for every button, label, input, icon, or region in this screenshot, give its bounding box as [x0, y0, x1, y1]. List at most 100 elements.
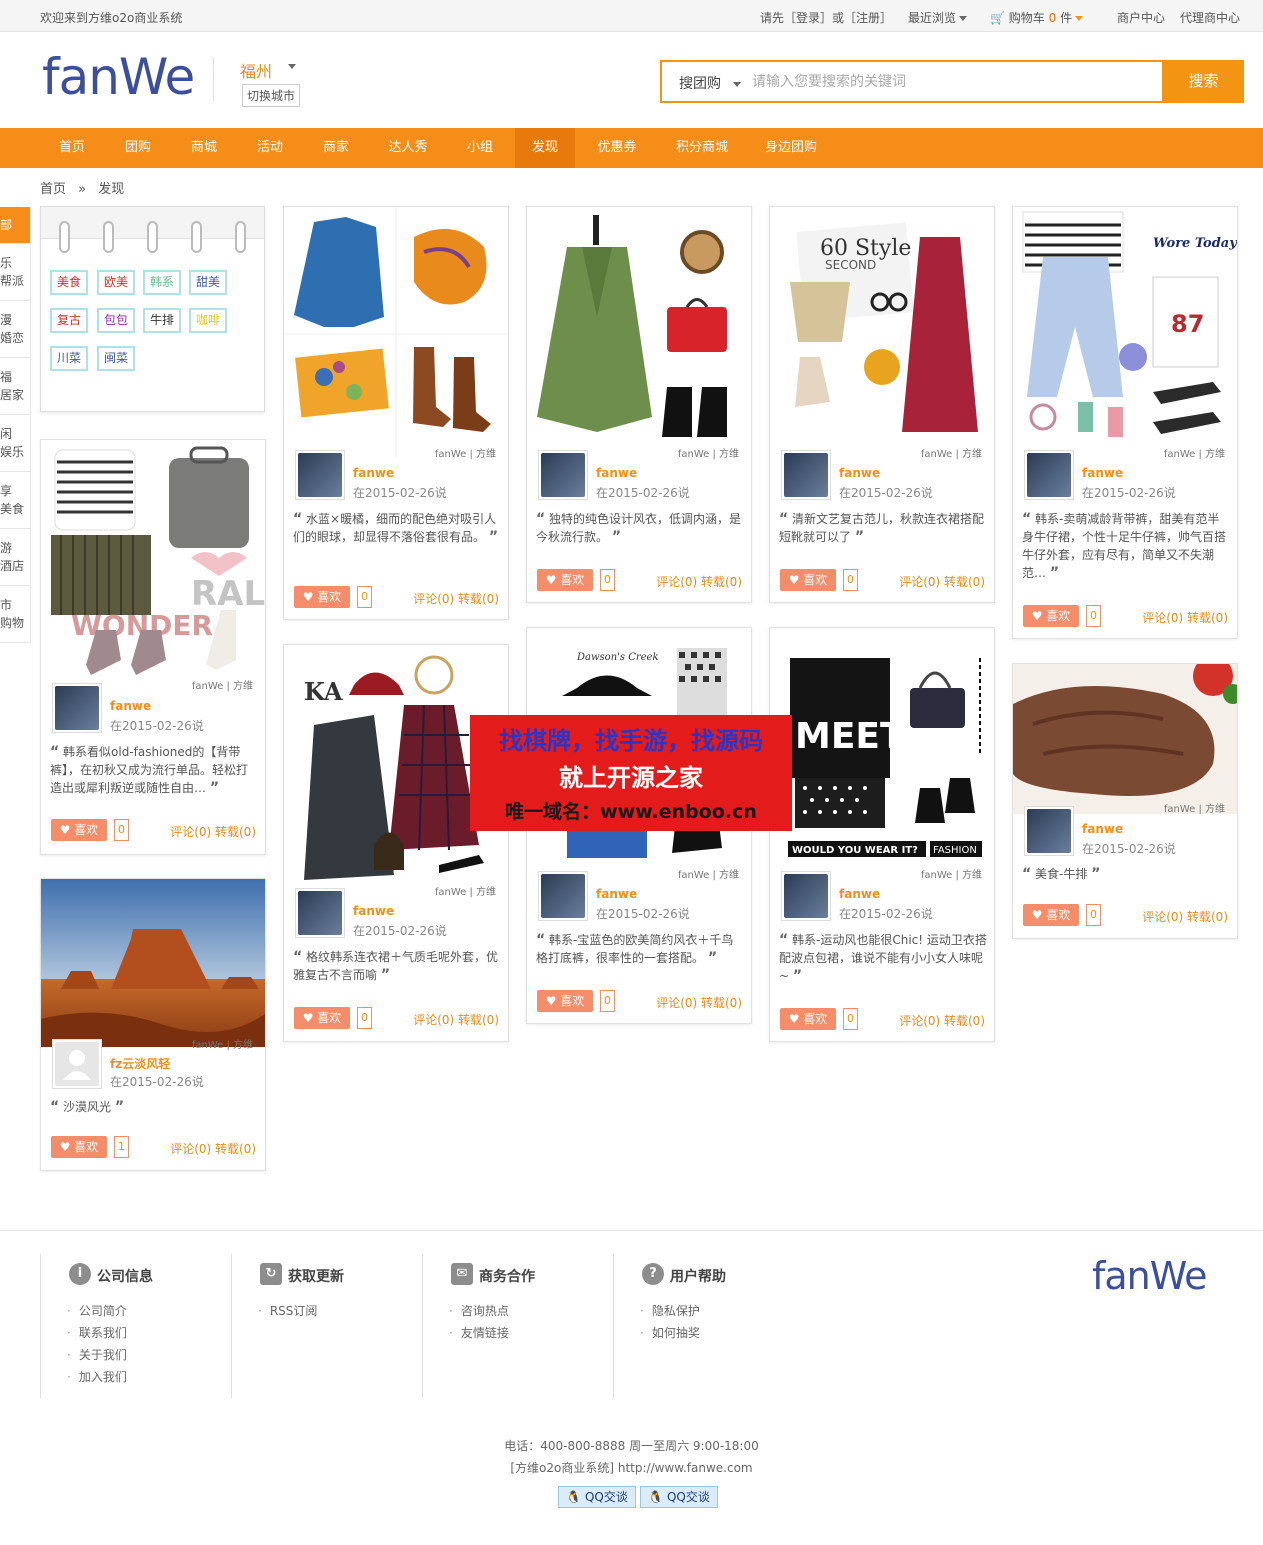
tag-item[interactable]: 牛排 — [143, 308, 182, 333]
recent-browse-menu[interactable]: 最近浏览 — [908, 9, 968, 26]
post-card[interactable]: fanWe | 方维 fanwe 在2015-02-26说 “ 美食-牛排 ” … — [1012, 663, 1238, 939]
post-image[interactable] — [1013, 664, 1237, 814]
post-username[interactable]: fanwe — [596, 887, 637, 901]
side-tab-romance[interactable]: 浪漫 婚恋 — [0, 301, 31, 358]
comment-repost-stats[interactable]: 评论(0) 转载(0) — [1142, 908, 1228, 925]
post-username[interactable]: fz云淡风轻 — [110, 1055, 170, 1072]
tag-item[interactable]: 包包 — [97, 308, 136, 333]
nav-item-merchants[interactable]: 商家 — [308, 128, 364, 168]
comment-repost-stats[interactable]: 评论(0) 转载(0) — [656, 994, 742, 1011]
comment-repost-stats[interactable]: 评论(0) 转载(0) — [413, 1011, 499, 1028]
nav-item-talent-show[interactable]: 达人秀 — [378, 128, 438, 168]
tag-item[interactable]: 咖啡 — [189, 308, 228, 333]
post-username[interactable]: fanwe — [1082, 822, 1123, 836]
like-button[interactable]: ♥ 喜欢 — [537, 569, 593, 591]
comment-repost-stats[interactable]: 评论(0) 转载(0) — [170, 823, 256, 840]
tag-item[interactable]: 甜美 — [189, 270, 228, 295]
agent-center-link[interactable]: 代理商中心 — [1180, 9, 1240, 26]
post-card[interactable]: MEET WOULD YOU WEAR IT? FASHION fanWe | … — [769, 627, 995, 1042]
nav-item-home[interactable]: 首页 — [44, 128, 100, 168]
qq-chat-button[interactable]: 🐧 QQ交谈 — [558, 1486, 636, 1508]
like-button[interactable]: ♥ 喜欢 — [1023, 904, 1079, 926]
avatar[interactable] — [538, 450, 588, 500]
nav-item-groups[interactable]: 小组 — [452, 128, 508, 168]
site-logo[interactable]: fanWe — [42, 48, 195, 106]
footer-link[interactable]: 联系我们 — [67, 1324, 127, 1341]
footer-link[interactable]: 友情链接 — [449, 1324, 509, 1341]
post-username[interactable]: fanwe — [110, 699, 151, 713]
footer-link[interactable]: 咨询热点 — [449, 1302, 509, 1319]
footer-link[interactable]: 加入我们 — [67, 1368, 127, 1385]
promo-banner[interactable]: 找棋牌，找手游，找源码 就上开源之家 唯一域名：www.enboo.cn — [470, 715, 792, 831]
tag-item[interactable]: 闽菜 — [97, 346, 136, 371]
post-card[interactable]: Wore Today 87 fanWe | 方维 fanwe 在2015-02-… — [1012, 206, 1238, 639]
post-card[interactable]: fanWe | 方维 fanwe 在2015-02-26说 “ 水蓝×暖橘，细而… — [283, 206, 509, 620]
comment-repost-stats[interactable]: 评论(0) 转载(0) — [413, 590, 499, 607]
tag-item[interactable]: 韩系 — [143, 270, 182, 295]
post-image[interactable]: 60 Style SECOND — [770, 207, 994, 457]
like-button[interactable]: ♥ 喜欢 — [780, 569, 836, 591]
post-username[interactable]: fanwe — [1082, 466, 1123, 480]
post-image[interactable]: MEET WOULD YOU WEAR IT? FASHION — [770, 628, 994, 878]
post-card[interactable]: 60 Style SECOND fanWe | 方维 fanwe 在2015-0… — [769, 206, 995, 603]
qq-chat-button[interactable]: 🐧 QQ交谈 — [640, 1486, 718, 1508]
city-chevron-icon[interactable] — [288, 64, 296, 69]
post-image[interactable] — [284, 207, 508, 457]
post-image[interactable] — [41, 879, 265, 1047]
tag-item[interactable]: 复古 — [50, 308, 89, 333]
comment-repost-stats[interactable]: 评论(0) 转载(0) — [1142, 609, 1228, 626]
tag-item[interactable]: 美食 — [50, 270, 89, 295]
avatar[interactable] — [1024, 450, 1074, 500]
post-card[interactable]: fanWe | 方维 fz云淡风轻 在2015-02-26说 “ 沙漠风光 ” … — [40, 878, 266, 1171]
search-button[interactable]: 搜索 — [1163, 60, 1244, 103]
post-image[interactable] — [527, 207, 751, 457]
side-tab-food[interactable]: 乐享 美食 — [0, 472, 31, 529]
footer-link[interactable]: 关于我们 — [67, 1346, 127, 1363]
switch-city-button[interactable]: 切换城市 — [242, 84, 301, 107]
nav-item-events[interactable]: 活动 — [242, 128, 298, 168]
post-username[interactable]: fanwe — [839, 466, 880, 480]
nav-item-groupbuy[interactable]: 团购 — [110, 128, 166, 168]
footer-link[interactable]: 如何抽奖 — [640, 1324, 700, 1341]
nav-item-points-mall[interactable]: 积分商城 — [666, 128, 738, 168]
like-button[interactable]: ♥ 喜欢 — [294, 586, 350, 608]
footer-site[interactable]: [方维o2o商业系统] http://www.fanwe.com — [0, 1459, 1263, 1476]
post-username[interactable]: fanwe — [596, 466, 637, 480]
avatar[interactable] — [781, 871, 831, 921]
like-button[interactable]: ♥ 喜欢 — [51, 819, 107, 841]
post-image[interactable]: Wore Today 87 — [1013, 207, 1237, 457]
comment-repost-stats[interactable]: 评论(0) 转载(0) — [899, 1012, 985, 1029]
merchant-center-link[interactable]: 商户中心 — [1117, 9, 1165, 26]
like-button[interactable]: ♥ 喜欢 — [1023, 605, 1079, 627]
breadcrumb-home[interactable]: 首页 — [40, 182, 66, 197]
avatar[interactable] — [538, 871, 588, 921]
footer-link[interactable]: RSS订阅 — [258, 1302, 318, 1319]
post-card[interactable]: KA fanWe | 方维 fanwe 在2015-02-26说 “ 格纹韩系连… — [283, 644, 509, 1042]
footer-link[interactable]: 隐私保护 — [640, 1302, 700, 1319]
side-tab-all[interactable]: 全部 — [0, 207, 31, 244]
side-tab-home[interactable]: 幸福 居家 — [0, 358, 31, 415]
cart-menu[interactable]: 🛒 购物车 0 件 — [990, 9, 1084, 26]
avatar[interactable] — [781, 450, 831, 500]
like-button[interactable]: ♥ 喜欢 — [51, 1136, 107, 1158]
footer-link[interactable]: 公司简介 — [67, 1302, 127, 1319]
nav-item-mall[interactable]: 商城 — [176, 128, 232, 168]
avatar[interactable] — [295, 888, 345, 938]
comment-repost-stats[interactable]: 评论(0) 转载(0) — [170, 1140, 256, 1157]
like-button[interactable]: ♥ 喜欢 — [780, 1008, 836, 1030]
avatar[interactable] — [52, 683, 102, 733]
tag-item[interactable]: 欧美 — [97, 270, 136, 295]
avatar[interactable] — [1024, 806, 1074, 856]
search-input[interactable] — [752, 68, 1157, 96]
side-tab-play[interactable]: 玩乐 帮派 — [0, 244, 31, 301]
comment-repost-stats[interactable]: 评论(0) 转载(0) — [656, 573, 742, 590]
like-button[interactable]: ♥ 喜欢 — [294, 1007, 350, 1029]
like-button[interactable]: ♥ 喜欢 — [537, 990, 593, 1012]
login-register-link[interactable]: 请先［登录］或［注册］ — [760, 9, 892, 26]
post-image[interactable]: RAL WONDER — [41, 440, 265, 690]
search-type-select[interactable]: 搜团购 — [679, 73, 742, 93]
post-username[interactable]: fanwe — [353, 466, 394, 480]
post-username[interactable]: fanwe — [839, 887, 880, 901]
nav-item-nearby-groupbuy[interactable]: 身边团购 — [755, 128, 827, 168]
post-username[interactable]: fanwe — [353, 904, 394, 918]
